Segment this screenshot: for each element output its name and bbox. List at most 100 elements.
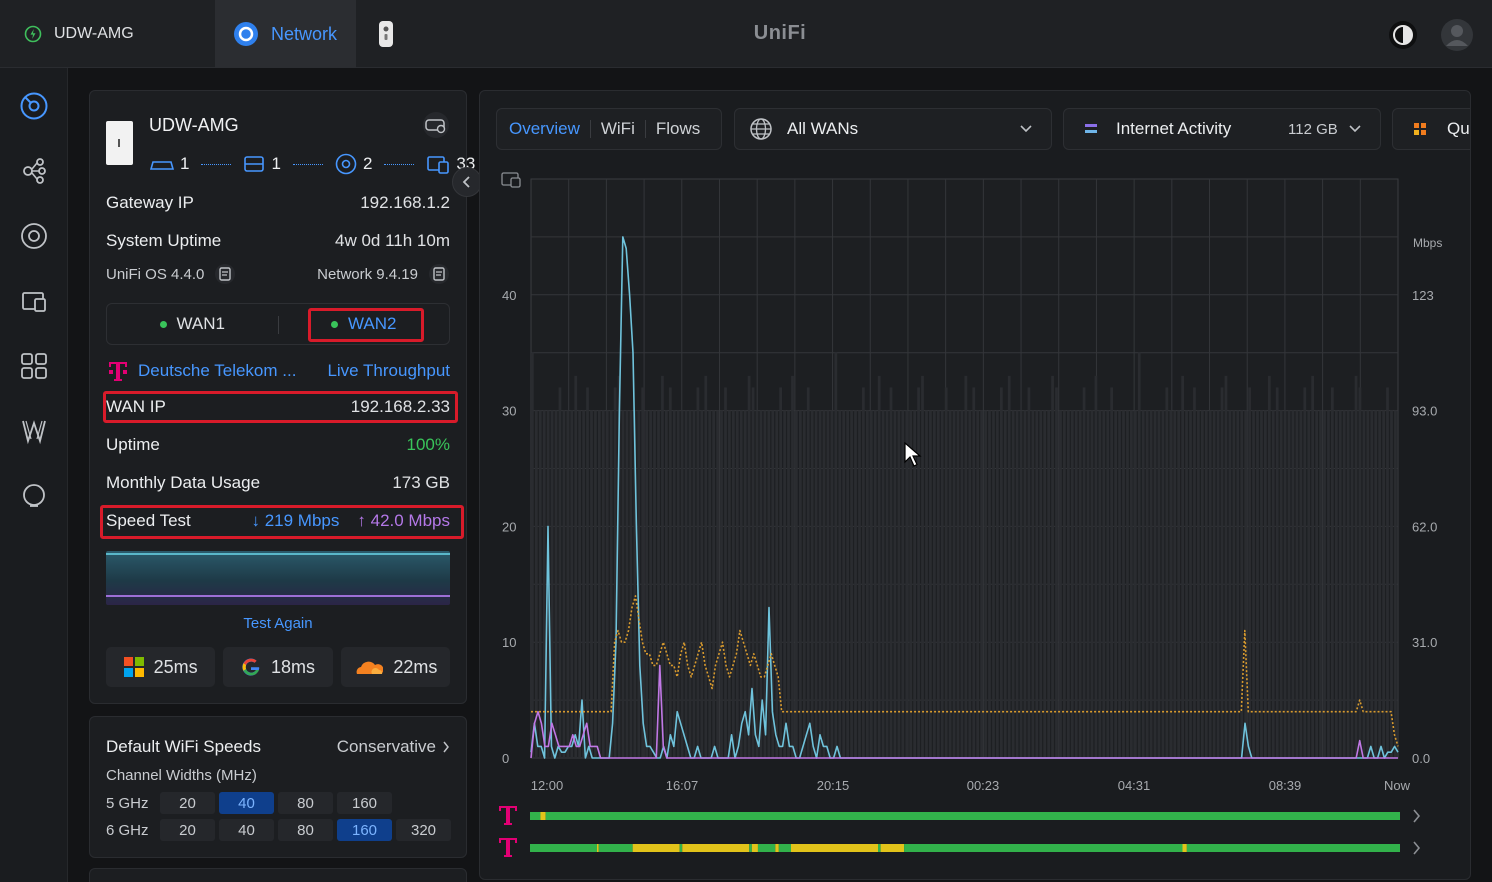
chevron-right-icon [1413,809,1421,823]
chevron-right-icon [1413,841,1421,855]
background-bar [1236,410,1240,758]
background-bar [1114,410,1117,758]
nav-dashboard[interactable] [18,90,50,122]
ping-microsoft[interactable]: 25ms [106,647,216,687]
version-row: UniFi OS 4.4.0 Network 9.4.19 [106,263,450,285]
apps-icon [21,353,47,379]
monthly-usage-label: Monthly Data Usage [106,473,261,492]
background-bar [696,387,700,758]
wifi-mode-link[interactable]: Conservative [337,737,450,757]
x-tick: 16:07 [666,778,699,793]
background-bar [929,410,932,758]
background-bar [680,410,684,758]
wan-uptime-bar-2[interactable] [496,835,1456,861]
os-release-notes-icon[interactable] [214,263,236,285]
wan1-label: WAN1 [176,314,226,333]
x-tick: 00:23 [967,778,1000,793]
nav-apps[interactable] [18,350,50,382]
speed-test-label: Speed Test [106,511,191,530]
wan1-tab[interactable]: WAN1 [107,304,278,344]
dashboard-icon [20,92,48,120]
network-tab[interactable]: Network [215,0,356,68]
device-settings-button[interactable] [422,111,450,144]
tab-overview[interactable]: Overview [509,119,590,139]
activity-dropdown[interactable]: Internet Activity 112 GB [1063,108,1381,150]
width-6ghz-80[interactable]: 80 [278,819,333,841]
ping-cloudflare[interactable]: 22ms [340,647,450,687]
background-bar [1390,410,1393,758]
nav-clients[interactable] [18,285,50,317]
background-bar [877,375,881,758]
uptime-segment [1186,844,1400,852]
background-bar [1149,410,1153,758]
background-bar [936,410,940,758]
quick-dropdown[interactable]: Qu [1392,108,1470,150]
nav-devices[interactable] [18,220,50,252]
nav-support[interactable] [18,480,50,512]
width-6ghz-160[interactable]: 160 [337,819,392,841]
background-bar [531,352,534,758]
background-bar [1354,375,1358,758]
background-bar [720,410,723,758]
background-bar [838,410,842,758]
download-speed: ↓ 219 Mbps [251,511,340,530]
tab-wifi[interactable]: WiFi [591,119,645,139]
nav-insights[interactable] [18,415,50,447]
background-bar [1311,375,1315,758]
background-bar [814,410,818,758]
width-5ghz-80[interactable]: 80 [278,792,333,814]
background-bar [716,410,719,758]
background-bar [873,410,877,758]
background-bar [700,410,704,758]
remote-device-tab[interactable] [356,0,416,68]
isp-link[interactable]: Deutsche Telekom ... [106,359,296,383]
network-release-notes-icon[interactable] [428,263,450,285]
switch-count: 2 [362,154,373,173]
next-panel [89,868,467,882]
width-5ghz-20[interactable]: 20 [160,792,215,814]
wan2-tab[interactable]: WAN2 [279,304,450,344]
background-bar [1264,410,1267,758]
background-bar [767,410,771,758]
background-bar [1267,375,1271,758]
quick-dropdown-label: Qu [1447,119,1470,138]
wan-dropdown-value: All WANs [787,119,859,138]
background-bar [862,387,865,758]
uptime-segment [530,844,597,852]
upload-arrow-icon: ↑ [357,511,371,530]
background-bar [739,410,743,758]
wan-icon [150,161,174,170]
background-bar [1133,410,1137,758]
background-bar [586,387,589,758]
gateway-icon [244,156,265,172]
width-5ghz-160[interactable]: 160 [337,792,392,814]
background-bar [672,410,676,758]
background-bar [818,410,822,758]
width-6ghz-320[interactable]: 320 [396,819,451,841]
background-bar [668,387,672,758]
collapse-panel-button[interactable] [452,167,482,197]
ping-google[interactable]: 18ms [223,647,333,687]
chart-type-icon[interactable] [501,172,521,188]
width-6ghz-20[interactable]: 20 [160,819,215,841]
background-bar [822,410,826,758]
background-bar [1291,410,1295,758]
background-bar [1177,410,1181,758]
user-avatar-icon[interactable] [1440,18,1474,52]
background-bar [1173,410,1177,758]
width-5ghz-40[interactable]: 40 [219,792,274,814]
tab-flows[interactable]: Flows [646,119,710,139]
wan-uptime-bar-1[interactable] [496,803,1456,829]
theme-toggle-icon[interactable] [1388,20,1418,50]
nav-topology[interactable] [18,155,50,187]
device-tab[interactable]: UDW-AMG [0,0,215,68]
background-bar [1074,410,1078,758]
monthly-usage-value: 173 GB [392,473,450,492]
wan-dropdown[interactable]: All WANs [734,108,1052,150]
background-bar [1275,387,1279,758]
background-bar [858,410,861,758]
test-again-button[interactable]: Test Again [90,615,466,632]
width-6ghz-40[interactable]: 40 [219,819,274,841]
wan2-label: WAN2 [348,314,397,333]
live-throughput-link[interactable]: Live Throughput [327,361,450,381]
